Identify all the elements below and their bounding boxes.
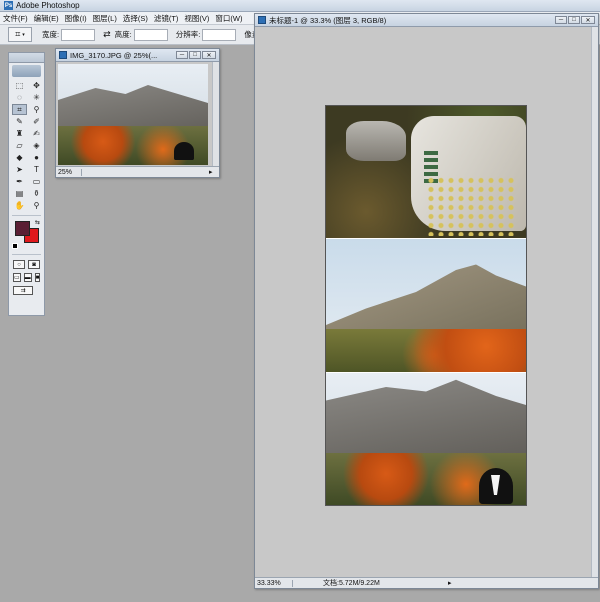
feather-icon (12, 65, 41, 77)
quick-mask-mode-icon[interactable]: ◙ (28, 260, 40, 269)
app-title: Adobe Photoshop (16, 1, 80, 10)
shape-tool-icon[interactable]: ▭ (29, 176, 44, 187)
path-selection-tool-icon[interactable]: ➤ (12, 164, 27, 175)
toolbox-divider (12, 254, 41, 255)
document-size-info: 文档:5.72M/9.22M (323, 580, 380, 587)
resolution-label: 分辨率: (175, 30, 201, 39)
height-label: 高度: (114, 30, 132, 39)
document-title: 未标题-1 @ 33.3% (图层 3, RGB/8) (269, 15, 387, 25)
maximize-button[interactable]: □ (568, 16, 580, 24)
status-menu-arrow-icon[interactable]: ▸ (448, 579, 598, 587)
crop-tool-icon[interactable]: ⌗ (12, 104, 27, 115)
lamp-post (174, 142, 194, 160)
menu-view[interactable]: 视图(V) (184, 13, 209, 24)
photoshop-logo-icon: Ps (4, 1, 13, 10)
autumn-trees (326, 329, 526, 372)
hand-tool-icon[interactable]: ✋ (12, 200, 27, 211)
zoom-level[interactable]: 33.33% (255, 579, 293, 587)
image-canvas[interactable] (58, 64, 208, 165)
swap-colors-icon[interactable]: ⇆ (35, 219, 40, 226)
swap-dimensions-button[interactable]: ⇄ (103, 29, 111, 40)
document-window-img3170: IMG_3170.JPG @ 25%(... ─ □ ✕ 25% ▸ (55, 48, 220, 178)
paint-bucket-tool-icon[interactable]: ◈ (29, 140, 44, 151)
document-statusbar: 25% ▸ (56, 166, 219, 177)
menu-select[interactable]: 选择(S) (123, 13, 148, 24)
window-controls: ─ □ ✕ (555, 16, 595, 24)
color-swatches: ⇆ (12, 219, 41, 251)
photo-panel-rock (326, 106, 526, 238)
width-label: 宽度: (42, 30, 60, 39)
vertical-scrollbar[interactable] (591, 27, 598, 577)
standard-mode-icon[interactable]: ○ (13, 260, 25, 269)
edit-in-imageready-icon[interactable]: ⇉ (13, 286, 33, 295)
eyedropper2-tool-icon[interactable]: ⚱ (29, 188, 44, 199)
eraser-tool-icon[interactable]: ▱ (12, 140, 27, 151)
menu-filter[interactable]: 滤镜(T) (154, 13, 179, 24)
minimize-button[interactable]: ─ (555, 16, 567, 24)
type-tool-icon[interactable]: T (29, 164, 44, 175)
menu-layer[interactable]: 图层(L) (93, 13, 117, 24)
zoom-level[interactable]: 25% (56, 168, 82, 176)
height-field[interactable] (133, 28, 168, 41)
brush-tool-icon[interactable]: ✐ (29, 116, 44, 127)
status-menu-arrow-icon[interactable]: ▸ (209, 168, 219, 176)
move-tool-icon[interactable]: ✥ (29, 80, 44, 91)
menu-edit[interactable]: 编辑(E) (34, 13, 59, 24)
lasso-tool-icon[interactable]: ◌ (12, 92, 27, 103)
minimize-button[interactable]: ─ (176, 51, 188, 59)
crop-icon: ⌗ (15, 29, 21, 39)
screen-mode-standard-icon[interactable]: ▭ (13, 273, 21, 282)
magic-wand-tool-icon[interactable]: ✳ (29, 92, 44, 103)
document-statusbar: 33.33% 文档:5.72M/9.22M ▸ (255, 577, 598, 588)
pen-tool-icon[interactable]: ✒ (12, 176, 27, 187)
document-window-untitled: 未标题-1 @ 33.3% (图层 3, RGB/8) ─ □ ✕ 33.33%… (254, 13, 599, 589)
close-button[interactable]: ✕ (202, 51, 216, 59)
tool-preset-picker[interactable]: ⌗ ▾ (8, 27, 32, 42)
resolution-field[interactable] (202, 28, 237, 41)
document-icon (59, 51, 67, 59)
app-titlebar: Ps Adobe Photoshop (0, 0, 600, 12)
photo-panel-mountain (326, 239, 526, 372)
toolbox-divider (12, 215, 41, 216)
vertical-scrollbar[interactable] (212, 62, 219, 166)
zoom-tool-icon[interactable]: ⚲ (29, 200, 44, 211)
document-icon (258, 16, 266, 24)
stamp-tool-icon[interactable]: ♜ (12, 128, 27, 139)
menu-file[interactable]: 文件(F) (3, 13, 28, 24)
close-button[interactable]: ✕ (581, 16, 595, 24)
yellow-leaves (426, 176, 516, 236)
toolbox-header[interactable] (9, 53, 44, 63)
history-brush-tool-icon[interactable]: ✍ (29, 128, 44, 139)
document-canvas[interactable] (325, 105, 527, 506)
screen-mode-menu-icon[interactable]: ▬ (23, 273, 32, 282)
notes-tool-icon[interactable]: ▤ (12, 188, 27, 199)
photo-panel-hazy-mountain (326, 373, 526, 505)
document-titlebar[interactable]: 未标题-1 @ 33.3% (图层 3, RGB/8) (255, 14, 598, 27)
menu-image[interactable]: 图像(I) (65, 13, 87, 24)
menu-window[interactable]: 窗口(W) (215, 13, 242, 24)
jump-to: ⇉ (9, 284, 44, 297)
width-field[interactable] (61, 28, 96, 41)
screen-modes: ▭ ▬ ■ (9, 271, 44, 284)
toolbox-panel: ⬚ ✥ ◌ ✳ ⌗ ⚲ ✎ ✐ ♜ ✍ ▱ ◈ ◆ ● ➤ T ✒ ▭ ▤ ⚱ ✋ ⚲ ⇆ ○ ◙ ▭ ▬ ■ ⇉ (8, 52, 45, 316)
marquee-tool-icon[interactable]: ⬚ (12, 80, 27, 91)
maximize-button[interactable]: □ (189, 51, 201, 59)
foreground-color-swatch[interactable] (15, 221, 30, 236)
dodge-tool-icon[interactable]: ● (29, 152, 44, 163)
window-controls: ─ □ ✕ (176, 51, 216, 59)
eyedropper-tool-icon[interactable]: ⚲ (29, 104, 44, 115)
blur-tool-icon[interactable]: ◆ (12, 152, 27, 163)
document-title: IMG_3170.JPG @ 25%(... (70, 50, 158, 60)
tools-grid: ⬚ ✥ ◌ ✳ ⌗ ⚲ ✎ ✐ ♜ ✍ ▱ ◈ ◆ ● ➤ T ✒ ▭ ▤ ⚱ ✋ ⚲ (9, 79, 44, 212)
screen-mode-full-icon[interactable]: ■ (34, 273, 41, 282)
small-boulder (346, 121, 406, 161)
default-colors-icon[interactable] (12, 243, 18, 249)
mask-modes: ○ ◙ (9, 258, 44, 271)
healing-brush-tool-icon[interactable]: ✎ (12, 116, 27, 127)
dropdown-arrow-icon: ▾ (22, 31, 25, 38)
